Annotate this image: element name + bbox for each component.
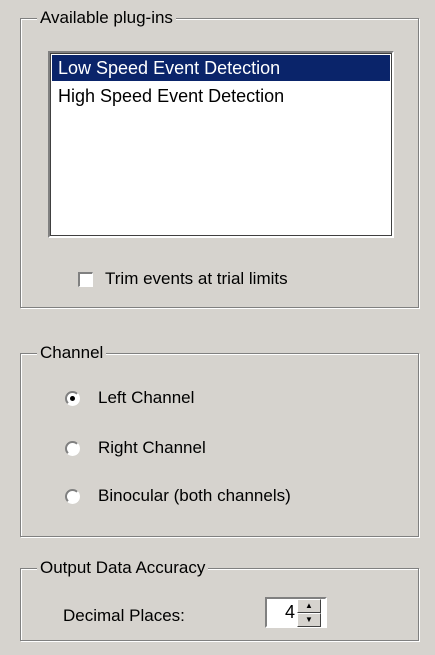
trim-events-row[interactable]: Trim events at trial limits	[78, 269, 288, 289]
binocular-radio[interactable]	[65, 488, 80, 504]
spin-down-icon[interactable]: ▼	[297, 613, 321, 627]
right-channel-radio[interactable]	[65, 440, 80, 456]
accuracy-group: Output Data Accuracy Decimal Places: 4 ▲…	[20, 558, 419, 641]
plugins-listbox[interactable]: Low Speed Event Detection High Speed Eve…	[48, 51, 394, 238]
plugins-group-label: Available plug-ins	[37, 8, 176, 28]
left-channel-label: Left Channel	[98, 388, 195, 407]
list-item[interactable]: Low Speed Event Detection	[52, 55, 390, 81]
left-channel-option[interactable]: Left Channel	[65, 388, 194, 408]
left-channel-radio[interactable]	[65, 390, 80, 406]
decimal-places-label: Decimal Places:	[63, 606, 185, 625]
channel-group: Channel Left Channel Right Channel Binoc…	[20, 343, 419, 537]
channel-group-label: Channel	[37, 343, 107, 363]
trim-events-label: Trim events at trial limits	[105, 269, 288, 288]
spin-up-icon[interactable]: ▲	[297, 599, 321, 613]
binocular-label: Binocular (both channels)	[98, 486, 291, 505]
right-channel-label: Right Channel	[98, 438, 206, 457]
trim-events-checkbox[interactable]	[78, 271, 93, 287]
radio-selected-dot-icon	[70, 395, 75, 401]
plugins-group: Available plug-ins Low Speed Event Detec…	[20, 8, 419, 308]
accuracy-group-label: Output Data Accuracy	[37, 558, 209, 578]
list-item[interactable]: High Speed Event Detection	[52, 83, 390, 109]
right-channel-option[interactable]: Right Channel	[65, 438, 206, 458]
binocular-option[interactable]: Binocular (both channels)	[65, 486, 291, 506]
decimal-places-spinner[interactable]: 4 ▲ ▼	[265, 597, 327, 628]
decimal-places-value[interactable]: 4	[267, 599, 297, 626]
spin-buttons: ▲ ▼	[297, 599, 321, 627]
